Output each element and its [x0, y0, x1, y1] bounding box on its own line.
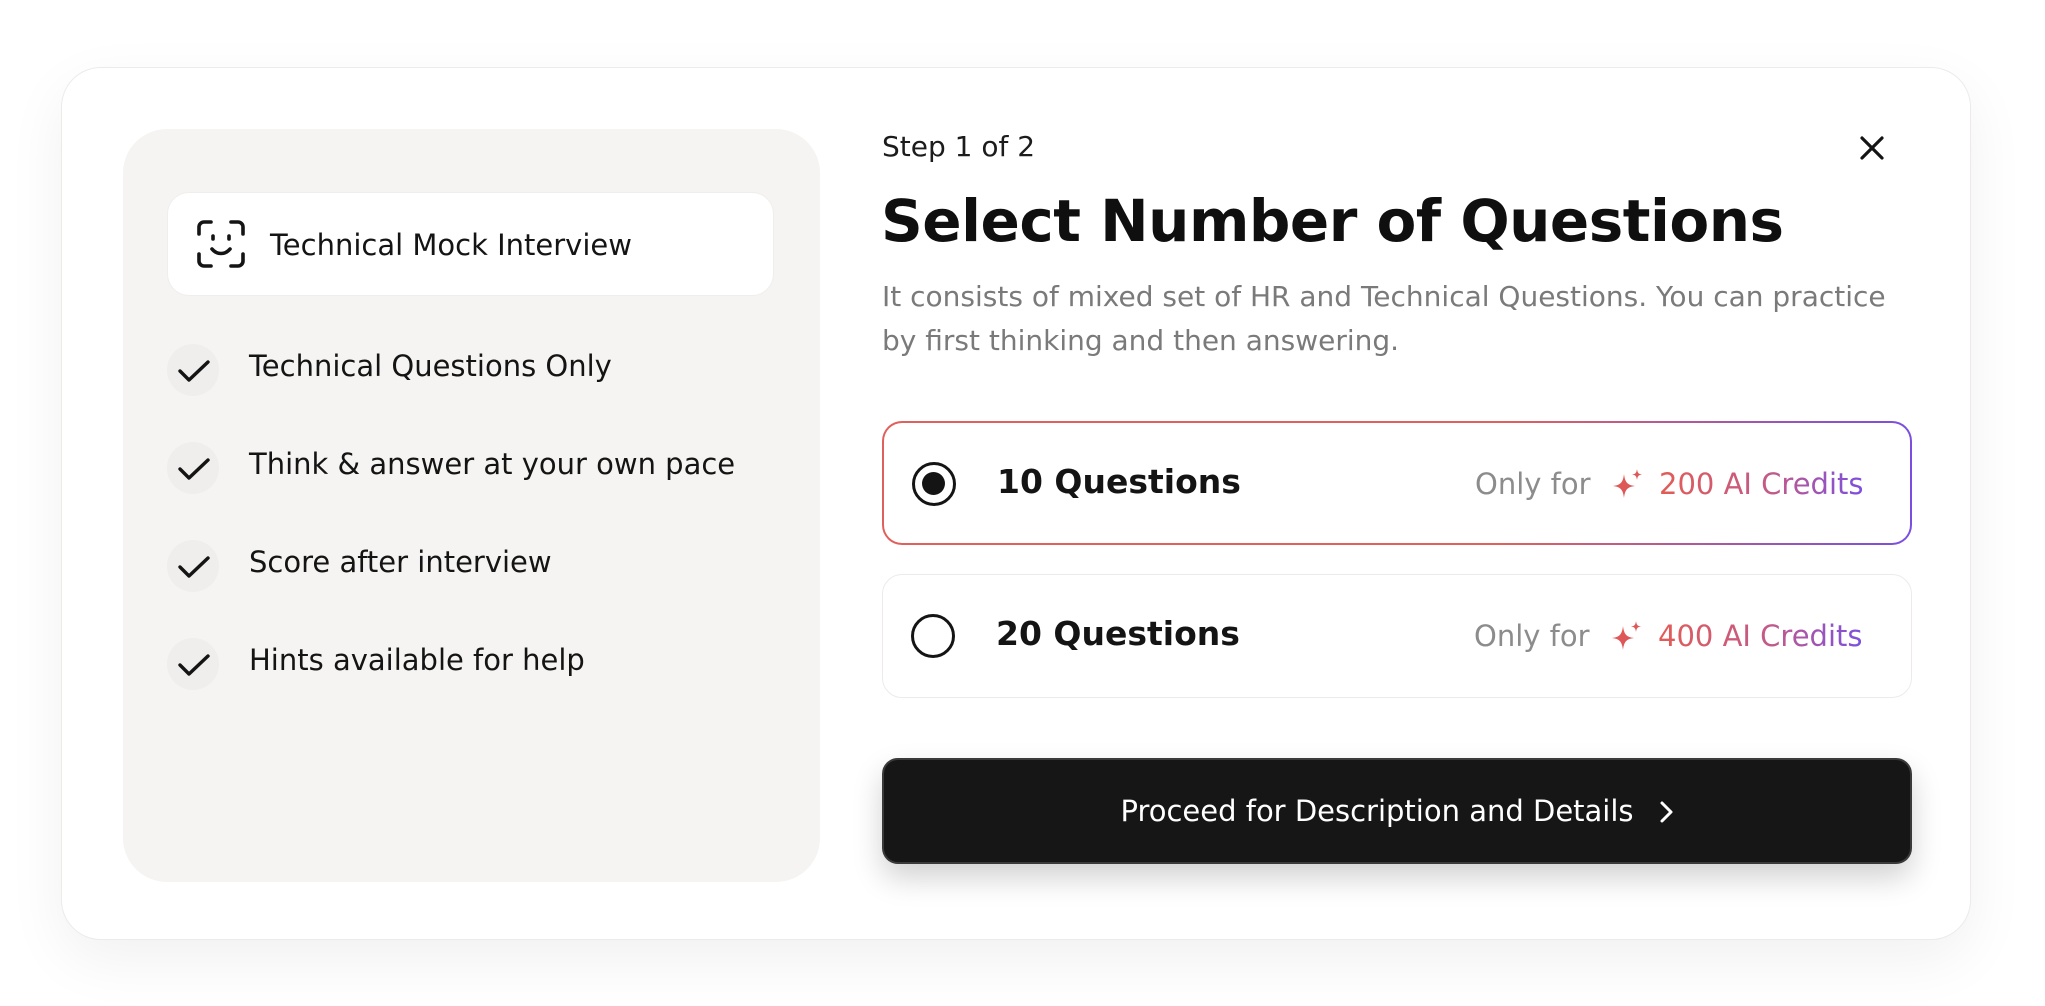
feature-item: Hints available for help [167, 638, 787, 736]
sparkle-icon [1613, 469, 1642, 498]
option-credits: 200 AI Credits [1659, 467, 1864, 501]
check-icon [167, 540, 219, 592]
option-20-questions[interactable]: 20 Questions Only for 400 AI Credits [882, 574, 1912, 698]
option-credits: 400 AI Credits [1658, 619, 1863, 653]
feature-text: Technical Questions Only [249, 349, 612, 383]
option-10-questions[interactable]: 10 Questions Only for 200 AI Credits [882, 421, 1912, 545]
option-label: 10 Questions [997, 462, 1241, 501]
option-label: 20 Questions [996, 614, 1240, 653]
proceed-button[interactable]: Proceed for Description and Details [882, 758, 1912, 864]
feature-text: Hints available for help [249, 643, 585, 677]
feature-item: Technical Questions Only [167, 344, 787, 442]
page-title: Select Number of Questions [881, 187, 1784, 255]
option-price-prefix: Only for [1474, 619, 1590, 653]
interview-type-label: Technical Mock Interview [270, 228, 632, 262]
proceed-button-label: Proceed for Description and Details [1120, 794, 1634, 828]
feature-item: Think & answer at your own pace [167, 442, 787, 540]
sparkle-icon [1612, 621, 1641, 650]
close-icon[interactable] [1850, 126, 1894, 170]
close-button[interactable] [1850, 126, 1894, 170]
radio-dot [922, 472, 945, 495]
check-icon [167, 344, 219, 396]
feature-text: Score after interview [249, 545, 552, 579]
step-indicator: Step 1 of 2 [882, 130, 1036, 163]
feature-text: Think & answer at your own pace [249, 447, 736, 481]
chevron-right-icon [1660, 801, 1673, 823]
feature-list: Technical Questions Only Think & answer … [167, 344, 787, 736]
page: Technical Mock Interview Technical Quest… [0, 0, 2045, 1006]
check-icon [167, 442, 219, 494]
feature-item: Score after interview [167, 540, 787, 638]
radio-selected[interactable] [912, 462, 956, 506]
face-scan-icon [197, 220, 245, 268]
option-price-prefix: Only for [1475, 467, 1591, 501]
interview-summary-panel: Technical Mock Interview Technical Quest… [123, 129, 820, 882]
interview-setup-modal: Technical Mock Interview Technical Quest… [61, 67, 1971, 940]
check-icon [167, 638, 219, 690]
radio-unselected[interactable] [911, 614, 955, 658]
interview-type-card: Technical Mock Interview [167, 192, 774, 296]
page-subtitle: It consists of mixed set of HR and Techn… [882, 280, 1886, 357]
